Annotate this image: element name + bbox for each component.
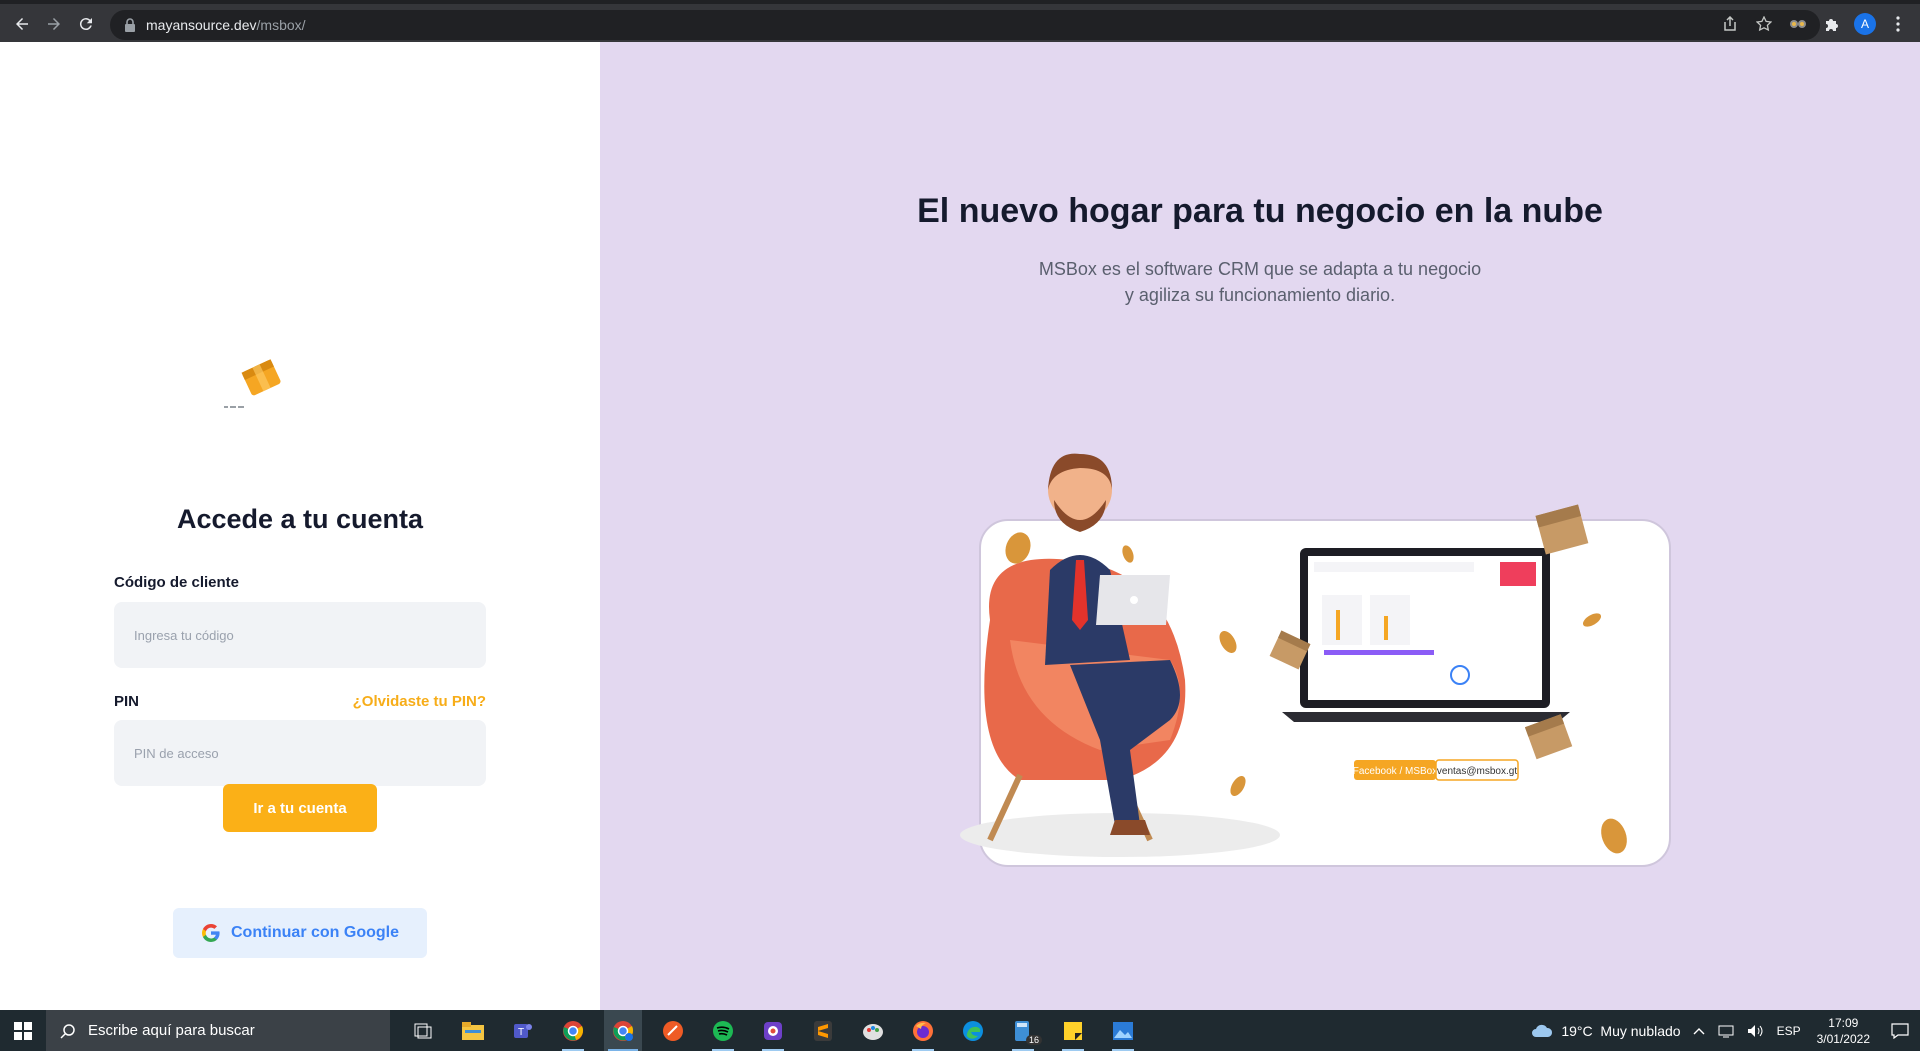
google-button-label: Continuar con Google [231,924,399,941]
paint-icon[interactable] [854,1010,892,1051]
hero-subtitle-line1: MSBox es el software CRM que se adapta a… [1038,259,1482,279]
windows-taskbar: Escribe aquí para buscar T 16 19°C Muy n… [0,1010,1920,1051]
hero-subtitle-line2: y agiliza su funcionamiento diario. [1124,285,1396,305]
submit-button[interactable]: Ir a tu cuenta [223,784,377,832]
svg-text:T: T [518,1027,524,1038]
extensions-puzzle-icon[interactable] [1820,12,1844,36]
reload-icon[interactable] [70,8,102,40]
chrome-profile-icon[interactable] [604,1010,642,1051]
language-indicator[interactable]: ESP [1771,1024,1807,1038]
pin-input[interactable] [114,720,486,786]
login-panel: Accede a tu cuenta Código de cliente PIN… [0,42,600,1010]
badge-email: ventas@msbox.gt [1437,766,1517,777]
forgot-pin-link[interactable]: ¿Olvidaste tu PIN? [353,693,486,710]
network-icon[interactable] [1711,1024,1741,1038]
clock[interactable]: 17:09 3/01/2022 [1807,1015,1880,1047]
client-code-input[interactable] [114,602,486,668]
spotify-icon[interactable] [704,1010,742,1051]
clock-time: 17:09 [1828,1015,1859,1030]
forward-icon[interactable] [38,8,70,40]
client-code-label: Código de cliente [114,574,240,591]
volume-icon[interactable] [1741,1024,1771,1038]
file-explorer-icon[interactable] [454,1010,492,1051]
google-icon [202,924,220,942]
chrome-icon[interactable] [554,1010,592,1051]
cloud-icon [1532,1024,1553,1037]
firefox-icon[interactable] [904,1010,942,1051]
taskbar-search[interactable]: Escribe aquí para buscar [46,1010,390,1051]
calculator-icon[interactable]: 16 [1004,1010,1042,1051]
extension-glasses-icon[interactable] [1786,12,1810,36]
search-icon [60,1023,75,1039]
github-desktop-icon[interactable] [754,1010,792,1051]
edge-icon[interactable] [954,1010,992,1051]
bookmark-star-icon[interactable] [1752,12,1776,36]
menu-kebab-icon[interactable] [1886,12,1910,36]
hero-subtitle: MSBox es el software CRM que se adapta a… [1039,256,1481,308]
weather-widget[interactable]: 19°C Muy nublado [1525,1023,1686,1039]
windows-logo-icon [14,1021,32,1040]
calculator-badge: 16 [1025,1035,1042,1045]
url-path: /msbox/ [256,17,306,33]
clock-date: 3/01/2022 [1816,1031,1870,1046]
badge-facebook: Facebook / MSBox [1353,766,1437,777]
hero-illustration: Facebook / MSBox ventas@msbox.gt [960,453,1671,867]
pin-label: PIN [114,693,140,710]
notifications-icon[interactable] [1880,1022,1920,1039]
search-placeholder: Escribe aquí para buscar [88,1022,255,1039]
msbox-logo [224,359,281,408]
profile-avatar[interactable]: A [1854,13,1876,35]
share-icon[interactable] [1718,12,1742,36]
photos-icon[interactable] [1104,1010,1142,1051]
url-host: mayansource.dev [146,17,257,33]
sublime-text-icon[interactable] [804,1010,842,1051]
lock-icon [125,18,135,32]
hero-panel: El nuevo hogar para tu negocio en la nub… [600,42,1920,1010]
task-view-icon[interactable] [404,1010,442,1051]
hero-title: El nuevo hogar para tu negocio en la nub… [917,192,1603,230]
system-tray: 19°C Muy nublado ESP 17:09 3/01/2022 [1525,1010,1920,1051]
address-bar[interactable]: mayansource.dev/msbox/ [110,10,1820,40]
browser-toolbar: mayansource.dev/msbox/ A [0,0,1920,42]
back-icon[interactable] [6,8,38,40]
google-signin-button[interactable]: Continuar con Google [173,908,427,958]
start-button[interactable] [0,1010,46,1051]
sticky-notes-icon[interactable] [1054,1010,1092,1051]
teams-icon[interactable]: T [504,1010,542,1051]
postman-icon[interactable] [654,1010,692,1051]
login-title: Accede a tu cuenta [176,504,424,534]
weather-text: 19°C Muy nublado [1561,1022,1681,1039]
chevron-up-icon[interactable] [1687,1027,1711,1035]
